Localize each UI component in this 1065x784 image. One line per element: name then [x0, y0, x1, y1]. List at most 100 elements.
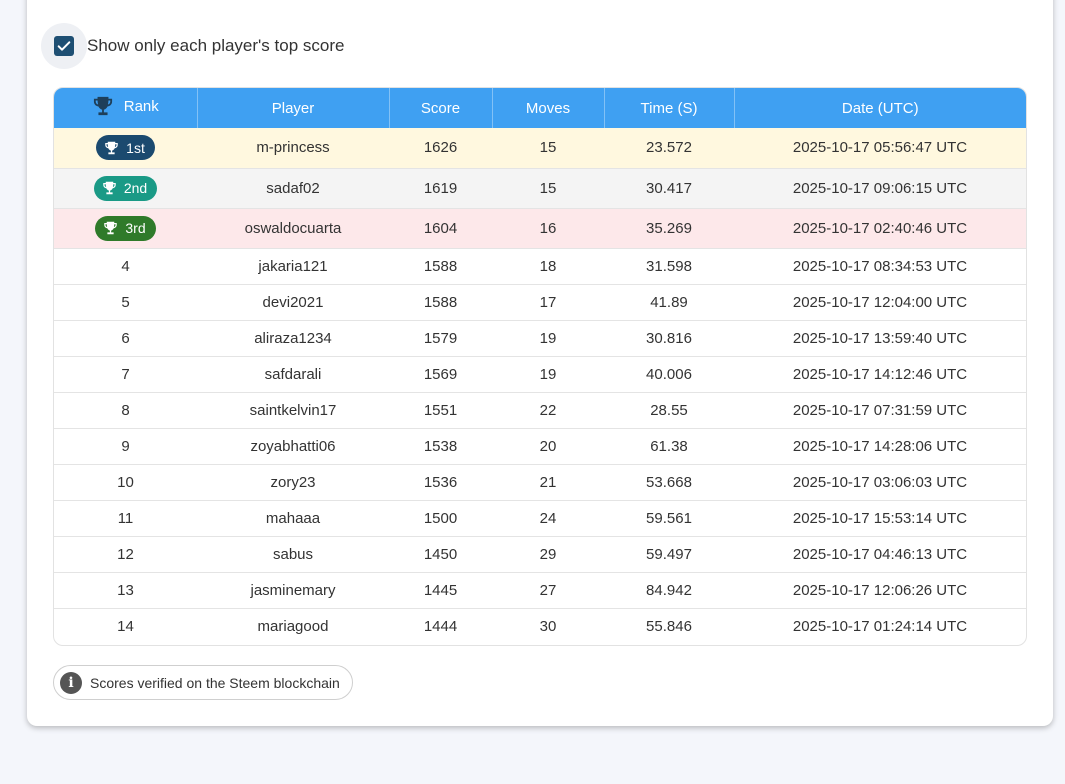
- moves-cell: 21: [492, 464, 604, 501]
- date-cell: 2025-10-17 04:46:13 UTC: [734, 536, 1026, 573]
- date-cell: 2025-10-17 07:31:59 UTC: [734, 392, 1026, 429]
- time-cell: 31.598: [604, 248, 734, 285]
- table-row: 8 saintkelvin17 1551 22 28.55 2025-10-17 07:3…: [54, 392, 1026, 429]
- trophy-icon: [105, 141, 118, 154]
- rank-badge-label: 2nd: [123, 180, 148, 196]
- score-cell: 1569: [389, 356, 492, 393]
- table-header-row: Rank Player Score Moves Time (S) Date (U…: [54, 88, 1026, 128]
- rank-cell: 3rd: [54, 208, 197, 249]
- top-score-checkbox[interactable]: [54, 36, 74, 56]
- table-row: 2nd sadaf02 1619 15 30.417 2025-10-17 09:06:1…: [54, 168, 1026, 209]
- score-cell: 1538: [389, 428, 492, 465]
- player-cell[interactable]: zory23: [197, 464, 389, 501]
- table-row: 4 jakaria121 1588 18 31.598 2025-10-17 08:34:…: [54, 248, 1026, 285]
- player-cell[interactable]: saintkelvin17: [197, 392, 389, 429]
- score-cell: 1445: [389, 572, 492, 609]
- table-row: 14 mariagood 1444 30 55.846 2025-10-17 01:24:…: [54, 608, 1026, 644]
- column-header-date[interactable]: Date (UTC): [734, 88, 1026, 128]
- table-row: 3rd oswaldocuarta 1604 16 35.269 2025-10-17 0…: [54, 208, 1026, 249]
- time-cell: 53.668: [604, 464, 734, 501]
- score-cell: 1626: [389, 128, 492, 169]
- table-row: 1st m-princess 1626 15 23.572 2025-10-17 05:5…: [54, 128, 1026, 169]
- moves-cell: 27: [492, 572, 604, 609]
- column-header-score[interactable]: Score: [389, 88, 493, 128]
- date-cell: 2025-10-17 03:06:03 UTC: [734, 464, 1026, 501]
- time-cell: 59.497: [604, 536, 734, 573]
- moves-cell: 24: [492, 500, 604, 537]
- blockchain-info-text: Scores verified on the Steem blockchain: [90, 674, 340, 691]
- moves-cell: 29: [492, 536, 604, 573]
- top-score-filter-label[interactable]: Show only each player's top score: [87, 36, 344, 56]
- blockchain-info-chip: i Scores verified on the Steem blockchai…: [53, 665, 353, 700]
- rank-cell: 14: [117, 617, 134, 635]
- time-cell: 84.942: [604, 572, 734, 609]
- time-cell: 59.561: [604, 500, 734, 537]
- table-row: 10 zory23 1536 21 53.668 2025-10-17 03:06:03 …: [54, 464, 1026, 501]
- moves-cell: 20: [492, 428, 604, 465]
- table-row: 7 safdarali 1569 19 40.006 2025-10-17 14:12:4…: [54, 356, 1026, 393]
- rank-badge: 3rd: [95, 215, 156, 241]
- leaderboard-card: Show only each player's top score Rank P…: [27, 0, 1053, 726]
- time-cell: 28.55: [604, 392, 734, 429]
- trophy-icon: [93, 96, 112, 116]
- column-header-rank[interactable]: Rank: [54, 88, 198, 128]
- player-cell[interactable]: mariagood: [197, 608, 389, 644]
- player-cell[interactable]: m-princess: [197, 128, 389, 169]
- player-cell[interactable]: jasminemary: [197, 572, 389, 609]
- player-cell[interactable]: sadaf02: [197, 168, 389, 209]
- date-cell: 2025-10-17 12:04:00 UTC: [734, 284, 1026, 321]
- rank-cell: 10: [54, 464, 197, 501]
- rank-badge: 1st: [96, 135, 155, 161]
- date-cell: 2025-10-17 02:40:46 UTC: [734, 208, 1026, 249]
- score-cell: 1500: [389, 500, 492, 537]
- column-header-moves[interactable]: Moves: [492, 88, 605, 128]
- rank-cell: 2nd: [54, 168, 197, 209]
- player-cell[interactable]: jakaria121: [197, 248, 389, 285]
- time-cell: 23.572: [604, 128, 734, 169]
- score-cell: 1619: [389, 168, 492, 209]
- player-cell[interactable]: sabus: [197, 536, 389, 573]
- score-cell: 1444: [423, 617, 458, 635]
- rank-badge-label: 3rd: [125, 220, 146, 236]
- moves-cell: 15: [492, 168, 604, 209]
- score-cell: 1604: [389, 208, 492, 249]
- column-header-time[interactable]: Time (S): [604, 88, 735, 128]
- date-cell: 2025-10-17 14:28:06 UTC: [734, 428, 1026, 465]
- score-cell: 1588: [389, 248, 492, 285]
- time-cell: 61.38: [604, 428, 734, 465]
- player-cell[interactable]: aliraza1234: [197, 320, 389, 357]
- moves-cell: 19: [492, 320, 604, 357]
- leaderboard-body: 1st m-princess 1626 15 23.572 2025-10-17 05:5…: [54, 128, 1026, 644]
- date-cell: 2025-10-17 09:06:15 UTC: [734, 168, 1026, 209]
- rank-header-label: Rank: [123, 97, 159, 115]
- rank-cell: 8: [54, 392, 197, 429]
- checkbox-halo[interactable]: [41, 23, 87, 69]
- top-score-filter[interactable]: Show only each player's top score: [41, 23, 344, 69]
- table-row: 12 sabus 1450 29 59.497 2025-10-17 04:46:13 U…: [54, 536, 1026, 573]
- score-cell: 1551: [389, 392, 492, 429]
- date-cell: 2025-10-17 08:34:53 UTC: [734, 248, 1026, 285]
- moves-cell: 30: [539, 617, 557, 635]
- time-cell: 40.006: [604, 356, 734, 393]
- table-row: 6 aliraza1234 1579 19 30.816 2025-10-17 13:59…: [54, 320, 1026, 357]
- time-cell: 41.89: [604, 284, 734, 321]
- time-cell: 55.846: [646, 617, 692, 635]
- player-cell[interactable]: devi2021: [197, 284, 389, 321]
- date-cell: 2025-10-17 05:56:47 UTC: [734, 128, 1026, 169]
- rank-cell: 12: [54, 536, 197, 573]
- player-cell[interactable]: mahaaa: [197, 500, 389, 537]
- moves-cell: 22: [492, 392, 604, 429]
- rank-cell: 4: [54, 248, 197, 285]
- moves-cell: 17: [492, 284, 604, 321]
- column-header-player[interactable]: Player: [197, 88, 390, 128]
- leaderboard-table: Rank Player Score Moves Time (S) Date (U…: [54, 88, 1026, 644]
- player-cell[interactable]: oswaldocuarta: [197, 208, 389, 249]
- time-cell: 30.417: [604, 168, 734, 209]
- score-cell: 1536: [389, 464, 492, 501]
- player-cell[interactable]: zoyabhatti06: [197, 428, 389, 465]
- rank-cell: 7: [54, 356, 197, 393]
- rank-cell: 5: [54, 284, 197, 321]
- player-cell[interactable]: safdarali: [197, 356, 389, 393]
- time-cell: 35.269: [604, 208, 734, 249]
- table-row: 13 jasminemary 1445 27 84.942 2025-10-17 12:0…: [54, 572, 1026, 609]
